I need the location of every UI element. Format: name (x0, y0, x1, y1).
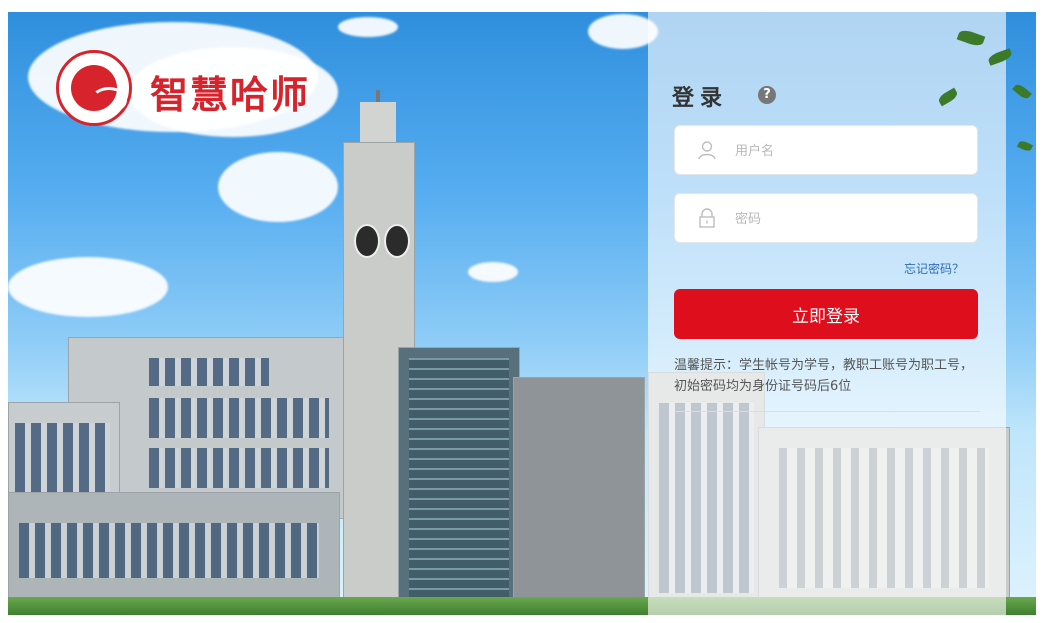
login-button[interactable]: 立即登录 (674, 289, 978, 339)
cloud (468, 262, 518, 282)
cloud (218, 152, 338, 222)
forgot-password-link[interactable]: 忘记密码？ (904, 260, 964, 277)
password-field[interactable] (674, 193, 978, 244)
clock-face (354, 224, 380, 258)
help-icon[interactable]: ? (758, 86, 776, 104)
username-input[interactable] (733, 126, 967, 176)
logo-emblem (71, 65, 127, 113)
tree-leaf (1012, 82, 1032, 101)
username-field[interactable] (674, 125, 978, 176)
lock-icon (699, 208, 715, 228)
login-tip: 温馨提示：学生帐号为学号，教职工账号为职工号，初始密码均为身份证号码后6位 (674, 358, 974, 394)
campus-building-low (8, 492, 340, 604)
glass-building (398, 347, 520, 614)
university-logo (56, 50, 132, 126)
tree-leaf (1016, 139, 1034, 153)
cloud (338, 17, 398, 37)
clock-face (384, 224, 410, 258)
user-icon (698, 141, 716, 160)
brand-name: 智慧哈师 (150, 73, 311, 117)
campus-building-mid (513, 377, 645, 614)
logo-swirl (91, 87, 127, 113)
password-input[interactable] (733, 194, 967, 244)
cloud (8, 257, 168, 317)
divider (674, 411, 980, 412)
login-title: 登录 (672, 86, 729, 111)
